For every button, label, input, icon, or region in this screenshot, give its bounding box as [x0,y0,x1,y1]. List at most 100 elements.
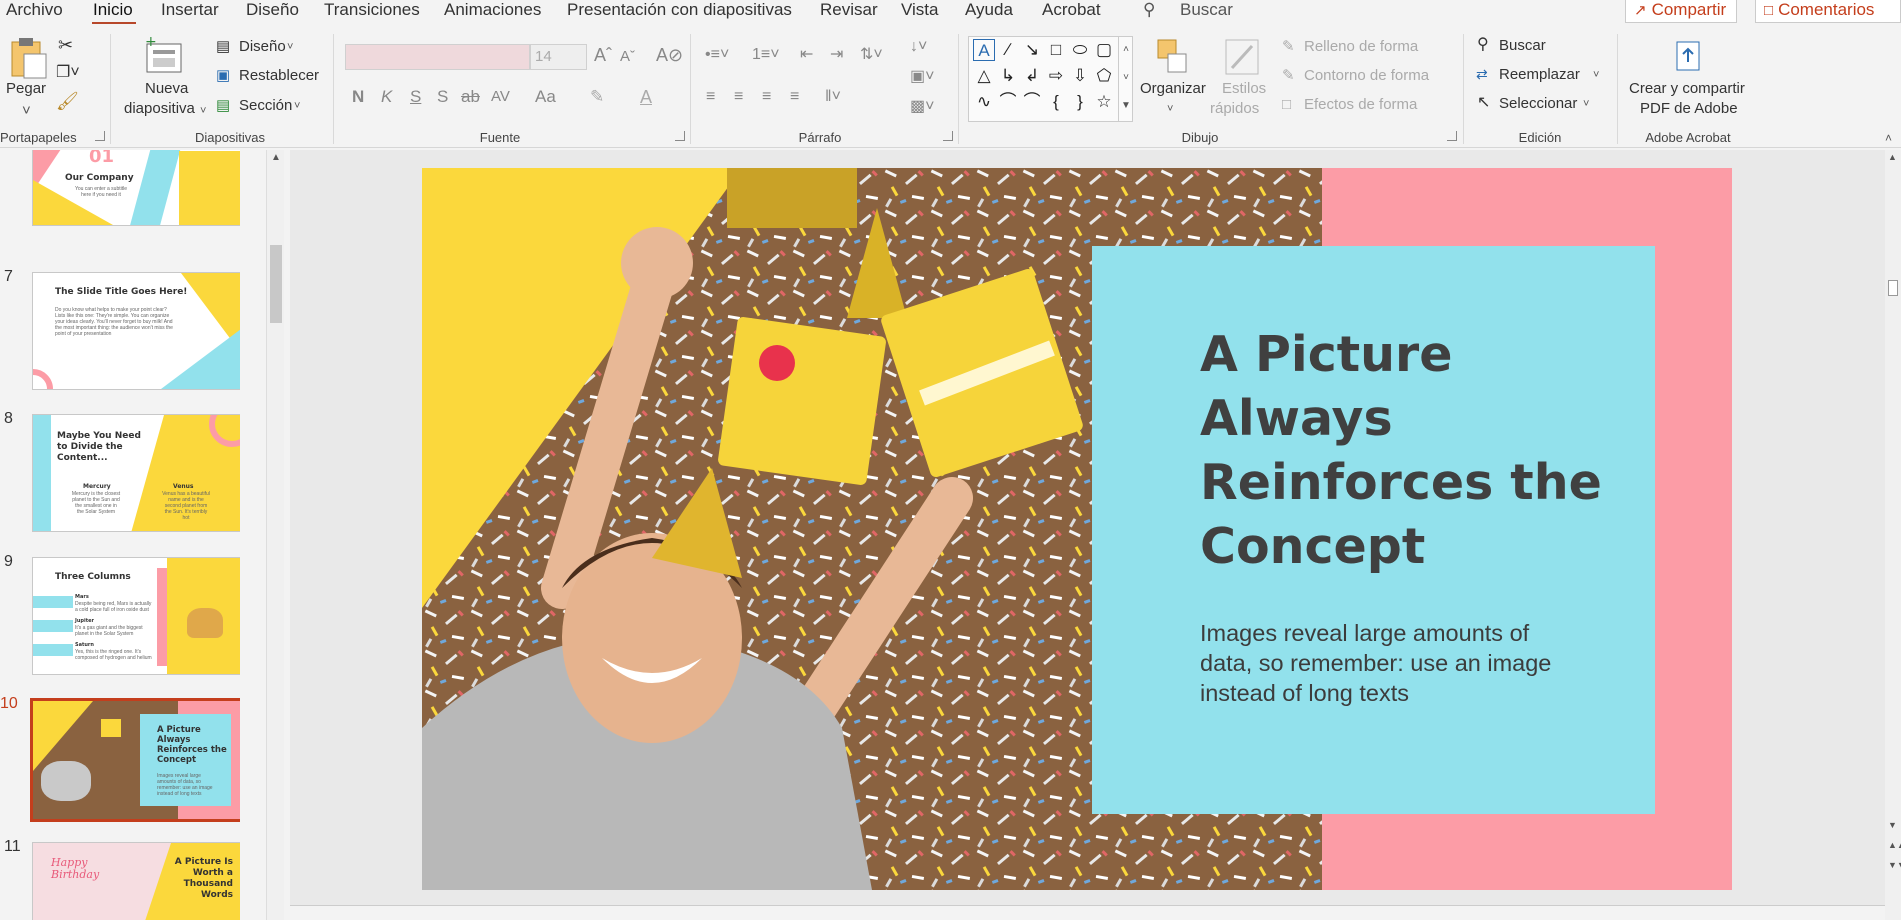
strikethrough-button[interactable]: ab [461,88,480,106]
menu-inicio[interactable]: Inicio [93,0,133,20]
decrease-indent-icon[interactable]: ⇤ [800,46,813,64]
elbow-shape-icon[interactable]: ↲ [1021,65,1043,87]
quick-styles-label-1[interactable]: Estilos [1222,80,1266,98]
share-button[interactable]: ↗ Compartir [1625,0,1738,23]
portapapeles-launcher-icon[interactable] [95,131,105,141]
menu-presentacion[interactable]: Presentación con diapositivas [567,0,792,20]
oval-shape-icon[interactable]: ⬭ [1069,39,1091,61]
star-shape-icon[interactable]: ☆ [1093,91,1115,113]
font-size-dropdown[interactable]: 14 [530,44,587,70]
find-label[interactable]: Buscar [1499,37,1546,55]
align-left-icon[interactable]: ≡ [706,88,715,106]
shape-effects-icon[interactable]: □ [1282,96,1291,114]
bold-button[interactable]: N [352,88,364,106]
numbering-icon[interactable]: 1≡˅ [752,46,780,64]
italic-button[interactable]: K [381,88,392,106]
shadow-button[interactable]: S [437,88,448,106]
new-slide-label-1[interactable]: Nueva [145,80,188,98]
increase-font-icon[interactable]: Aˆ [594,46,612,64]
next-slide-icon[interactable]: ▼▼ [1888,860,1901,870]
arrange-label[interactable]: Organizar [1140,80,1206,98]
shapes-gallery[interactable]: A ∕ ↘ □ ⬭ ▢ △ ↳ ↲ ⇨ ⇩ ⬠ ∿ ⌒ ⌒ { } ☆ [968,36,1133,122]
arrange-icon[interactable] [1152,36,1192,78]
align-right-icon[interactable]: ≡ [762,88,771,106]
section-icon[interactable]: ▤ [216,97,230,115]
thumbnail-scrollbar[interactable]: ▲ [266,150,284,920]
slide-title[interactable]: A Picture Always Reinforces the Concept [1200,323,1620,579]
right-arrow-shape-icon[interactable]: ⇨ [1045,65,1067,87]
font-name-dropdown[interactable] [345,44,530,70]
reset-label[interactable]: Restablecer [239,67,319,85]
text-direction-icon[interactable]: ↓˅ [910,38,927,56]
slide-thumbnail-9[interactable]: Three Columns Mars Despite being red, Ma… [32,557,240,675]
menu-archivo[interactable]: Archivo [6,0,63,20]
collapse-ribbon-icon[interactable]: ˄ [1885,129,1892,147]
quick-styles-label-2[interactable]: rápidos [1210,100,1259,118]
underline-button[interactable]: S [410,88,421,106]
select-label[interactable]: Seleccionar [1499,95,1577,113]
gallery-scroll[interactable]: ˄ ˅ ▼ [1118,36,1133,122]
shape-outline-icon[interactable]: ✎ [1282,67,1295,85]
font-color-icon[interactable]: A [640,88,652,106]
menu-ayuda[interactable]: Ayuda [965,0,1013,20]
menu-vista[interactable]: Vista [901,0,939,20]
scroll-up-icon[interactable]: ▲ [1888,152,1897,162]
thumbnail-scroll-thumb[interactable] [270,245,282,323]
create-pdf-label-2[interactable]: PDF de Adobe [1640,100,1738,118]
new-slide-icon[interactable]: + [143,36,185,78]
paste-label[interactable]: Pegar [6,80,46,98]
format-painter-icon[interactable]: 🖌 [56,92,79,110]
copy-icon[interactable]: ❐˅ [56,64,80,82]
line-shape-icon[interactable]: ∕ [997,39,1019,61]
justify-icon[interactable]: ≡ [790,88,799,106]
freeform-shape-icon[interactable]: ∿ [973,91,995,113]
shape-outline-label[interactable]: Contorno de forma [1304,67,1429,85]
select-icon[interactable]: ↖ [1477,94,1490,112]
slide-10[interactable]: A Picture Always Reinforces the Concept … [422,168,1732,890]
textbox-shape-icon[interactable]: A [973,39,995,61]
menu-diseno[interactable]: Diseño [246,0,299,20]
slide-thumbnail-11[interactable]: Happy Birthday A Picture Is Worth a Thou… [32,842,240,920]
menu-revisar[interactable]: Revisar [820,0,878,20]
curve-shape-icon[interactable]: ⌒ [997,91,1019,113]
slide-thumbnail-8[interactable]: Maybe You Need to Divide the Content... … [32,414,240,532]
chevron-down-icon[interactable]: ˅ [200,102,206,120]
menu-animaciones[interactable]: Animaciones [444,0,541,20]
columns-icon[interactable]: ‖˅ [825,88,841,106]
slide-canvas[interactable]: A Picture Always Reinforces the Concept … [290,150,1901,920]
search-icon[interactable]: ⚲ [1143,0,1155,20]
arc-shape-icon[interactable]: ⌒ [1021,91,1043,113]
chevron-down-icon[interactable]: ˅ [22,102,31,120]
replace-icon[interactable]: ⇄ [1476,65,1488,83]
paragraph-launcher-icon[interactable] [943,131,953,141]
line-spacing-icon[interactable]: ⇅˅ [860,46,883,64]
create-pdf-icon[interactable] [1673,40,1703,74]
brace-left-shape-icon[interactable]: { [1045,91,1067,113]
increase-indent-icon[interactable]: ⇥ [830,46,843,64]
highlight-icon[interactable]: ✎ [590,88,604,106]
chevron-down-icon[interactable]: ˅ [1593,66,1599,84]
new-slide-label-2[interactable]: diapositiva [124,100,195,118]
create-pdf-label-1[interactable]: Crear y compartir [1629,80,1745,98]
slide-thumbnail-7[interactable]: The Slide Title Goes Here! Do you know w… [32,272,240,390]
drawing-launcher-icon[interactable] [1447,131,1457,141]
slide-thumbnail-10[interactable]: A Picture Always Reinforces the Concept … [30,698,240,822]
shape-effects-label[interactable]: Efectos de forma [1304,96,1417,114]
align-center-icon[interactable]: ≡ [734,88,743,106]
chevron-down-icon[interactable]: ˅ [1167,100,1173,118]
paste-icon[interactable] [8,36,48,80]
font-launcher-icon[interactable] [675,131,685,141]
quick-styles-icon[interactable] [1222,36,1262,78]
align-text-icon[interactable]: ▣˅ [910,68,934,86]
layout-label[interactable]: Diseño [239,38,286,56]
scroll-up-icon[interactable]: ▲ [271,152,281,163]
chevron-down-icon[interactable]: ˅ [287,38,293,56]
menu-acrobat[interactable]: Acrobat [1042,0,1101,20]
clear-format-icon[interactable]: A⊘ [656,46,683,64]
smartart-icon[interactable]: ▩˅ [910,98,934,116]
arrow-shape-icon[interactable]: ↘ [1021,39,1043,61]
main-scrollbar[interactable]: ▲ ▼ ▲▲ ▼▼ [1885,150,1901,920]
search-label[interactable]: Buscar [1180,0,1233,20]
shape-fill-label[interactable]: Relleno de forma [1304,38,1418,56]
main-scroll-thumb[interactable] [1888,280,1898,296]
